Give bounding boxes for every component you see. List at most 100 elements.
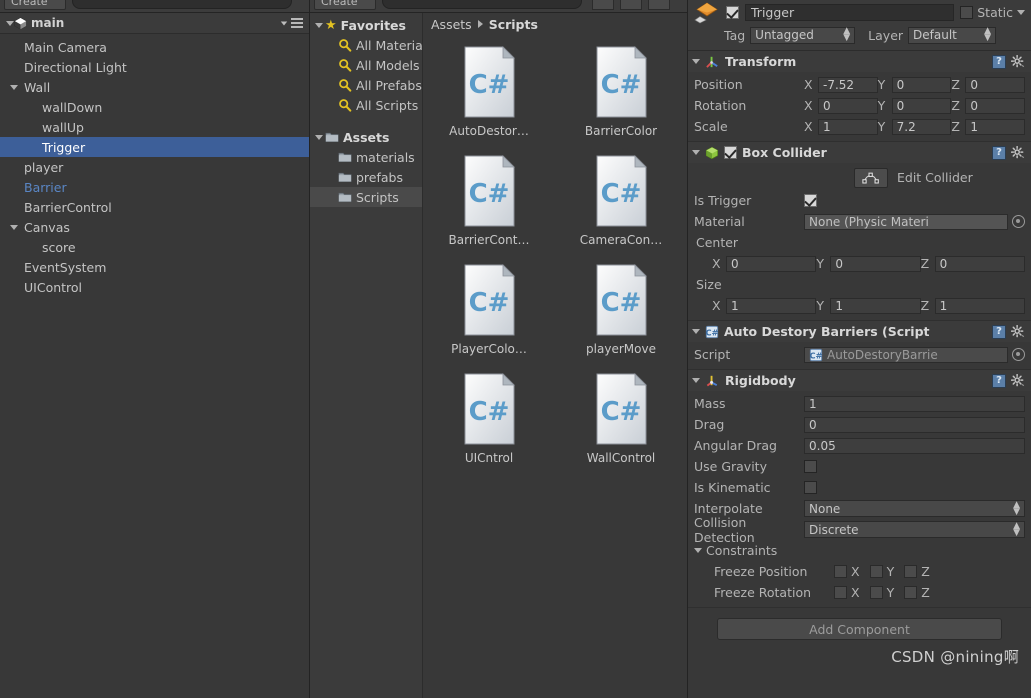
gear-icon[interactable] — [1010, 324, 1025, 339]
axis-z-field[interactable]: Z1 — [951, 118, 1026, 135]
axis-z-field[interactable]: Z0 — [951, 97, 1026, 114]
axis-z-input[interactable]: 0 — [934, 255, 1025, 272]
component-header[interactable]: Rigidbody? — [688, 370, 1031, 391]
axis-z-field[interactable]: Z1 — [921, 297, 1025, 314]
axis-x-field[interactable]: X -7.52 — [804, 76, 878, 93]
axis-x-input[interactable]: 0 — [818, 97, 878, 114]
freeze-position-x-checkbox[interactable] — [834, 565, 847, 578]
freeze-position-x[interactable]: X — [834, 564, 860, 579]
tag-dropdown[interactable]: Untagged ▲ ▼ — [750, 26, 856, 44]
chevron-down-icon[interactable] — [1017, 10, 1025, 15]
field-input[interactable]: 0.05 — [804, 437, 1025, 454]
freeze-rotation-y[interactable]: Y — [869, 585, 894, 600]
gear-icon[interactable] — [1010, 373, 1025, 388]
axis-y-input[interactable]: 0 — [891, 76, 952, 93]
static-toggle[interactable]: Static — [960, 5, 1025, 20]
chevron-down-icon[interactable] — [6, 20, 14, 26]
freeze-position-z-checkbox[interactable] — [904, 565, 918, 578]
field-input[interactable]: 0 — [804, 416, 1025, 433]
axis-x-field[interactable]: X0 — [712, 255, 817, 272]
hierarchy-item-directional-light[interactable]: Directional Light — [0, 57, 309, 77]
chevron-down-icon[interactable] — [280, 21, 288, 25]
hierarchy-tree[interactable]: Main Camera Directional Light Wall wallDown… — [0, 34, 309, 698]
project-create-button[interactable]: Create — [314, 0, 376, 10]
breadcrumb-item[interactable]: Scripts — [489, 17, 538, 32]
axis-y-field[interactable]: Y0 — [816, 255, 921, 272]
field-dropdown[interactable]: Discrete ▲ ▼ — [804, 521, 1025, 538]
freeze-rotation-z[interactable]: Z — [904, 585, 930, 600]
hierarchy-menu[interactable] — [280, 18, 303, 28]
static-checkbox[interactable] — [960, 6, 974, 19]
axis-x-input[interactable]: 1 — [726, 297, 817, 314]
chevron-down-icon[interactable] — [692, 378, 700, 383]
field-dropdown[interactable]: None ▲ ▼ — [804, 500, 1025, 517]
gear-icon[interactable] — [1010, 145, 1025, 160]
asset-item[interactable]: C# playerMove — [555, 263, 687, 356]
axis-x-field[interactable]: X1 — [804, 118, 878, 135]
gameobject-name-input[interactable]: Trigger — [745, 4, 955, 21]
axis-z-input[interactable]: 0 — [965, 76, 1026, 93]
object-field[interactable]: None (Physic Materi — [804, 213, 1008, 230]
field-checkbox[interactable] — [804, 481, 817, 494]
axis-x-input[interactable]: -7.52 — [818, 76, 878, 93]
add-component-button[interactable]: Add Component — [717, 618, 1002, 640]
constraints-header[interactable]: Constraints — [694, 540, 1025, 561]
chevron-down-icon[interactable] — [8, 224, 20, 230]
hierarchy-item-wallup[interactable]: wallUp — [0, 117, 309, 137]
project-tree-item-all-prefabs[interactable]: All Prefabs — [310, 75, 422, 95]
gear-icon[interactable] — [1010, 54, 1025, 69]
hierarchy-item-trigger[interactable]: Trigger — [0, 137, 309, 157]
axis-y-field[interactable]: Y1 — [816, 297, 921, 314]
help-icon[interactable]: ? — [992, 324, 1006, 339]
asset-item[interactable]: C# WallControl — [555, 372, 687, 465]
chevron-down-icon[interactable] — [312, 134, 325, 140]
object-field[interactable]: C# AutoDestoryBarrie — [804, 346, 1008, 363]
axis-y-input[interactable]: 1 — [830, 297, 921, 314]
hierarchy-item-barriercontrol[interactable]: BarrierControl — [0, 197, 309, 217]
axis-z-input[interactable]: 1 — [965, 118, 1026, 135]
freeze-position-y-checkbox[interactable] — [869, 565, 883, 578]
axis-x-input[interactable]: 0 — [726, 255, 817, 272]
hierarchy-item-walldown[interactable]: wallDown — [0, 97, 309, 117]
hierarchy-item-main-camera[interactable]: Main Camera — [0, 37, 309, 57]
component-header[interactable]: C# Auto Destory Barriers (Script? — [688, 321, 1031, 342]
chevron-down-icon[interactable] — [8, 84, 20, 90]
component-header[interactable]: Box Collider? — [688, 142, 1031, 163]
asset-item[interactable]: C# PlayerColo… — [423, 263, 555, 356]
gameobject-enabled-checkbox[interactable] — [726, 6, 739, 19]
project-tree-item-all-materials[interactable]: All Materials — [310, 35, 422, 55]
hierarchy-item-uicontrol[interactable]: UIControl — [0, 277, 309, 297]
help-icon[interactable]: ? — [992, 373, 1006, 388]
axis-z-field[interactable]: Z0 — [921, 255, 1025, 272]
chevron-down-icon[interactable] — [694, 548, 702, 553]
axis-z-input[interactable]: 1 — [934, 297, 1025, 314]
axis-x-input[interactable]: 1 — [818, 118, 878, 135]
help-icon[interactable]: ? — [992, 145, 1006, 160]
axis-y-input[interactable]: 7.2 — [891, 118, 952, 135]
hierarchy-item-wall[interactable]: Wall — [0, 77, 309, 97]
freeze-position-z[interactable]: Z — [904, 564, 930, 579]
layer-dropdown[interactable]: Default ▲ ▼ — [908, 26, 997, 44]
project-label-filter-icon[interactable] — [620, 0, 642, 10]
chevron-down-icon[interactable] — [692, 329, 700, 334]
project-filter-icon[interactable] — [592, 0, 614, 10]
project-tree-item-assets[interactable]: Assets — [310, 127, 422, 147]
axis-y-field[interactable]: Y 7.2 — [878, 118, 952, 135]
project-tree-item-all-scripts[interactable]: All Scripts — [310, 95, 422, 115]
breadcrumb[interactable]: Assets Scripts — [423, 13, 687, 35]
axis-z-input[interactable]: 0 — [965, 97, 1026, 114]
hierarchy-scene-header[interactable]: main — [0, 13, 309, 34]
object-picker-icon[interactable] — [1012, 348, 1025, 361]
freeze-rotation-x-checkbox[interactable] — [834, 586, 847, 599]
freeze-rotation-z-checkbox[interactable] — [904, 586, 918, 599]
chevron-down-icon[interactable] — [692, 59, 700, 64]
project-tree-item-all-models[interactable]: All Models — [310, 55, 422, 75]
axis-y-input[interactable]: 0 — [830, 255, 921, 272]
axis-x-field[interactable]: X0 — [804, 97, 878, 114]
project-search-input[interactable] — [382, 0, 582, 9]
project-tree-item-materials[interactable]: materials — [310, 147, 422, 167]
project-tree-item-scripts[interactable]: Scripts — [310, 187, 422, 207]
project-tree-item-favorites[interactable]: ★ Favorites — [310, 15, 422, 35]
freeze-rotation-y-checkbox[interactable] — [869, 586, 883, 599]
hamburger-menu-icon[interactable] — [291, 18, 303, 28]
